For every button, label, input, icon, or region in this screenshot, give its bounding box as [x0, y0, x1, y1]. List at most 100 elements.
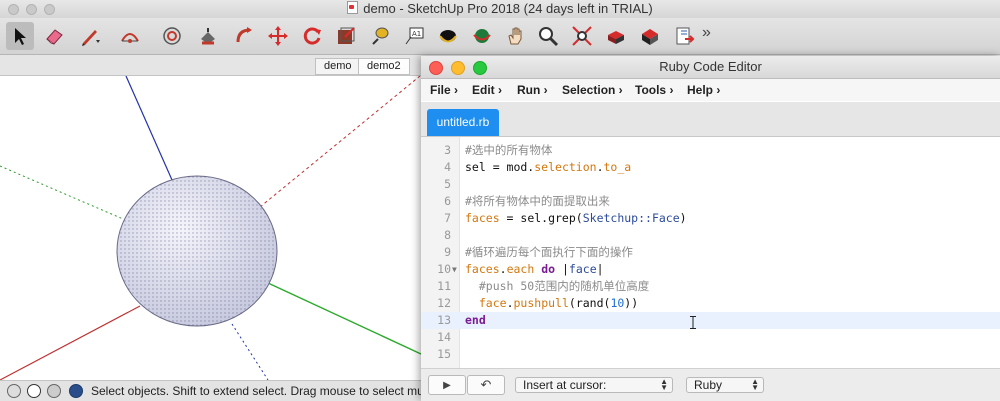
- paint-bucket-icon[interactable]: [194, 22, 222, 50]
- insert-mode-value: Insert at cursor:: [523, 378, 607, 392]
- language-select[interactable]: Ruby ▲ ▼: [686, 377, 764, 393]
- minimize-window-button[interactable]: [26, 4, 37, 15]
- code-line: 6 #将所有物体中的面提取出来: [421, 193, 1000, 210]
- fold-arrow-icon[interactable]: ▼: [452, 261, 457, 278]
- menu-selection[interactable]: Selection ›: [562, 79, 623, 101]
- insert-mode-select[interactable]: Insert at cursor: ▲ ▼: [515, 377, 673, 393]
- file-tab-untitled[interactable]: untitled.rb: [427, 109, 499, 136]
- user-account-icon[interactable]: [47, 384, 61, 398]
- line-number: 9: [444, 245, 451, 259]
- line-number: 14: [437, 330, 451, 344]
- line-number: 4: [444, 160, 451, 174]
- credits-info-icon[interactable]: [27, 384, 41, 398]
- arc-icon[interactable]: [116, 22, 144, 50]
- menu-tools[interactable]: Tools ›: [635, 79, 673, 101]
- 3d-warehouse-icon[interactable]: [636, 22, 664, 50]
- text-label-icon[interactable]: A1: [400, 22, 428, 50]
- undo-button[interactable]: ↶: [467, 375, 505, 395]
- zoom-icon[interactable]: [534, 22, 562, 50]
- code-line-current: 13 end: [421, 312, 1000, 329]
- model-info-icon[interactable]: [602, 22, 630, 50]
- red-axis-back: [259, 75, 421, 208]
- status-text: Select objects. Shift to extend select. …: [91, 384, 433, 398]
- line-number: 7: [444, 211, 451, 225]
- blue-axis-back: [231, 323, 269, 381]
- code-line: 3 #选中的所有物体: [421, 142, 1000, 159]
- play-icon: ▶: [443, 379, 451, 391]
- orbit-alt-icon[interactable]: [468, 22, 496, 50]
- svg-text:A1: A1: [412, 30, 421, 38]
- geo-location-icon[interactable]: [7, 384, 21, 398]
- code-text: sel = mod.selection.to_a: [465, 160, 632, 174]
- line-number: 15: [437, 347, 451, 361]
- editor-menubar: File › Edit › Run › Selection › Tools › …: [421, 79, 1000, 101]
- sketchup-titlebar: demo - SketchUp Pro 2018 (24 days left i…: [0, 0, 1000, 18]
- editor-zoom-button[interactable]: [473, 61, 487, 75]
- document-icon: [347, 1, 359, 14]
- zoom-window-button[interactable]: [44, 4, 55, 15]
- scene-tab-demo2[interactable]: demo2: [358, 58, 410, 75]
- editor-minimize-button[interactable]: [451, 61, 465, 75]
- toolbar-overflow-chevron-icon[interactable]: »: [702, 24, 711, 42]
- line-number: 10: [437, 262, 451, 276]
- help-question-icon[interactable]: [69, 384, 83, 398]
- editor-file-tabs: untitled.rb: [421, 102, 1000, 137]
- line-number: 12: [437, 296, 451, 310]
- move-icon[interactable]: [264, 22, 292, 50]
- code-line: 8: [421, 227, 1000, 244]
- pencil-line-icon[interactable]: [76, 22, 104, 50]
- code-text: end: [465, 313, 486, 327]
- code-line: 5: [421, 176, 1000, 193]
- scale-icon[interactable]: [332, 22, 360, 50]
- code-line: 14: [421, 329, 1000, 346]
- menu-help[interactable]: Help ›: [687, 79, 720, 101]
- ruby-editor-titlebar: Ruby Code Editor: [421, 56, 1000, 79]
- eraser-icon[interactable]: [40, 22, 68, 50]
- tape-measure-icon[interactable]: [366, 22, 394, 50]
- code-line: 10 ▼ faces.each do |face|: [421, 261, 1000, 278]
- main-toolbar: A1 »: [0, 18, 1000, 55]
- run-button[interactable]: ▶: [428, 375, 466, 395]
- menu-run[interactable]: Run ›: [517, 79, 548, 101]
- code-text: #循环遍历每个面执行下面的操作: [465, 245, 633, 259]
- code-editor[interactable]: 3 #选中的所有物体 4 sel = mod.selection.to_a 5 …: [421, 137, 1000, 368]
- red-axis: [0, 305, 141, 381]
- code-line: 9 #循环遍历每个面执行下面的操作: [421, 244, 1000, 261]
- code-line: 4 sel = mod.selection.to_a: [421, 159, 1000, 176]
- code-text: #选中的所有物体: [465, 143, 553, 157]
- editor-title: Ruby Code Editor: [659, 59, 762, 74]
- green-axis-back: [0, 165, 131, 223]
- line-number: 3: [444, 143, 451, 157]
- line-number: 5: [444, 177, 451, 191]
- code-line: 12 face.pushpull(rand(10)): [421, 295, 1000, 312]
- code-line: 11 #push 50范围内的随机单位高度: [421, 278, 1000, 295]
- code-line: 15: [421, 346, 1000, 363]
- export-icon[interactable]: [670, 22, 698, 50]
- ruby-code-editor-window: Ruby Code Editor File › Edit › Run › Sel…: [421, 56, 1000, 401]
- line-number: 11: [437, 279, 451, 293]
- code-text: faces.each do |face|: [465, 262, 604, 276]
- green-axis: [267, 282, 422, 355]
- select-arrow-icon[interactable]: [6, 22, 34, 50]
- close-window-button[interactable]: [8, 4, 19, 15]
- window-controls: [8, 4, 55, 15]
- code-text: faces = sel.grep(Sketchup::Face): [465, 211, 687, 225]
- pan-hand-icon[interactable]: [502, 22, 530, 50]
- code-text: face.pushpull(rand(10)): [478, 296, 639, 310]
- follow-me-icon[interactable]: [230, 22, 258, 50]
- rotate-icon[interactable]: [298, 22, 326, 50]
- orbit-icon[interactable]: [434, 22, 462, 50]
- offset-circle-icon[interactable]: [158, 22, 186, 50]
- zoom-extents-icon[interactable]: [568, 22, 596, 50]
- line-number: 6: [444, 194, 451, 208]
- scene-tab-demo[interactable]: demo: [315, 58, 361, 75]
- language-value: Ruby: [694, 378, 723, 392]
- code-text: #push 50范围内的随机单位高度: [465, 279, 650, 293]
- undo-icon: ↶: [480, 377, 492, 392]
- select-arrows-icon: ▲ ▼: [751, 377, 759, 392]
- menu-edit[interactable]: Edit ›: [472, 79, 502, 101]
- code-line: 7 faces = sel.grep(Sketchup::Face): [421, 210, 1000, 227]
- editor-close-button[interactable]: [429, 61, 443, 75]
- menu-file[interactable]: File ›: [430, 79, 458, 101]
- select-arrows-icon: ▲ ▼: [660, 377, 668, 392]
